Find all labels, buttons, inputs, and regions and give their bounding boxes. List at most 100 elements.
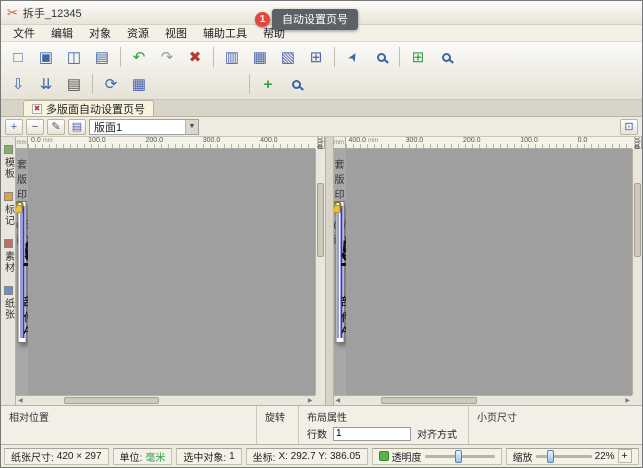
sidebar-item-marks[interactable]: 标记: [1, 192, 16, 226]
add-table-button[interactable]: ⊞: [405, 45, 431, 69]
add-layout-button[interactable]: +: [5, 119, 23, 135]
horizontal-ruler-front: 0.0 mm 100.0 200.0 300.0 400.0: [28, 137, 315, 149]
ruler-label: 0.0: [317, 137, 324, 149]
print-icon: ▤: [67, 75, 81, 93]
fit-view-button[interactable]: ⊡: [620, 119, 638, 135]
scrollbar-thumb[interactable]: [381, 397, 477, 404]
opacity-slider[interactable]: [425, 455, 495, 458]
scroll-left-icon[interactable]: ◀: [18, 397, 23, 404]
template-icon: [4, 145, 13, 154]
sidebar-item-label: 标记: [1, 204, 16, 226]
scroll-right-icon[interactable]: ▶: [625, 397, 630, 404]
save-all-button[interactable]: ⇊: [33, 72, 59, 96]
redo-button[interactable]: ↷: [154, 45, 180, 69]
duplicate-sheet-icon: ◫: [67, 48, 81, 66]
slider-thumb[interactable]: [455, 450, 462, 463]
refresh-button[interactable]: ⟳: [98, 72, 124, 96]
ruler-label: 200.0: [145, 137, 163, 144]
new-window-button[interactable]: ⊞: [303, 45, 329, 69]
scrollbar-thumb[interactable]: [317, 183, 324, 257]
toolbar-separator: [334, 47, 335, 67]
vertical-scrollbar-front[interactable]: [315, 149, 325, 395]
menu-view[interactable]: 视图: [157, 24, 195, 42]
ruler-label: 100.0: [88, 137, 106, 144]
duplicate-sheet-button[interactable]: ◫: [61, 45, 87, 69]
column-layout-button[interactable]: ▥: [219, 45, 245, 69]
menu-edit[interactable]: 编辑: [43, 24, 81, 42]
sidebar-item-template[interactable]: 模板: [1, 145, 16, 179]
canvas-front[interactable]: 套版印刷 (正面) 6 部件 A1 3: [16, 149, 28, 395]
new-sheet-icon: □: [13, 49, 22, 66]
vertical-scrollbar-back[interactable]: [632, 149, 642, 395]
app-icon: ✂: [7, 5, 18, 21]
import-sheet-button[interactable]: ▤: [89, 45, 115, 69]
zoom-in-button[interactable]: +: [618, 449, 632, 463]
sidebar-item-material[interactable]: 素材: [1, 239, 16, 273]
delete-button[interactable]: ✖: [182, 45, 208, 69]
canvas-back[interactable]: 套版印刷 (背面) 4 部件 A1 5: [334, 149, 346, 395]
zoom-label: 缩放: [513, 449, 533, 464]
table-search-button[interactable]: [283, 72, 309, 96]
sidebar-item-label: 纸张: [1, 298, 16, 320]
resource-sidebar: 模板 标记 素材 纸张: [1, 137, 16, 405]
print-button[interactable]: ▤: [61, 72, 87, 96]
ruler-label: 400.0 mm: [349, 137, 378, 144]
undo-button[interactable]: ↶: [126, 45, 152, 69]
scrollbar-thumb[interactable]: [634, 183, 641, 257]
edit-layout-button[interactable]: ✎: [47, 119, 65, 135]
sheet-properties-button[interactable]: ▣: [33, 45, 59, 69]
rows-input[interactable]: [333, 427, 411, 441]
scroll-left-icon[interactable]: ◀: [336, 397, 341, 404]
select-tool-button[interactable]: ➤: [340, 45, 366, 69]
layout-properties-panel: 布局属性 行数 对齐方式: [298, 406, 468, 444]
window-title: 拆手_12345: [23, 5, 82, 21]
menu-resource[interactable]: 资源: [119, 24, 157, 42]
new-sheet-button[interactable]: □: [5, 45, 31, 69]
find-table-button[interactable]: [433, 45, 459, 69]
horizontal-scrollbar-back[interactable]: ◀ ▶: [334, 395, 633, 405]
zoom-tool-button[interactable]: [368, 45, 394, 69]
selection-status: 选中对象:1: [176, 448, 241, 465]
menu-object[interactable]: 对象: [81, 24, 119, 42]
layout-select[interactable]: 版面1 ▼: [89, 119, 199, 135]
grid-toggle-icon[interactable]: [379, 451, 389, 461]
refresh-icon: ⟳: [105, 75, 118, 93]
grid-layout-button[interactable]: ▦: [247, 45, 273, 69]
view-grid-button[interactable]: ▦: [126, 72, 152, 96]
ruler-label: 400.0: [260, 137, 278, 144]
page-view-button[interactable]: ▧: [275, 45, 301, 69]
toolbar-row-2: ⇩ ⇊ ▤ ⟳ ▦ +: [5, 71, 638, 97]
menu-tools[interactable]: 辅助工具: [195, 24, 255, 42]
save-button[interactable]: ⇩: [5, 72, 31, 96]
scroll-right-icon[interactable]: ▶: [308, 397, 313, 404]
ruler-label: 100.0: [520, 137, 538, 144]
menu-file[interactable]: 文件: [5, 24, 43, 42]
opacity-control: 透明度: [372, 448, 502, 465]
scrollbar-thumb[interactable]: [64, 397, 160, 404]
annotation-overlay: 1 自动设置页号: [255, 9, 358, 30]
coordinates-status: 坐标:X: 292.7 Y: 386.05: [246, 448, 368, 465]
add-grid-button[interactable]: +: [255, 72, 281, 96]
opacity-label: 透明度: [392, 449, 422, 464]
ruler-origin-back[interactable]: mm: [334, 137, 346, 149]
duplicate-layout-button[interactable]: ▤: [68, 119, 86, 135]
tab-auto-page-number[interactable]: ✖ 多版面自动设置页号: [23, 100, 154, 116]
remove-layout-button[interactable]: −: [26, 119, 44, 135]
horizontal-scrollbar-front[interactable]: ◀ ▶: [16, 395, 315, 405]
chevron-down-icon: ▼: [185, 120, 198, 134]
zoom-control: 缩放 22% +: [506, 448, 639, 465]
tab-close-icon[interactable]: ✖: [32, 104, 42, 114]
relative-position-panel: 相对位置: [1, 406, 256, 444]
ruler-origin-front[interactable]: mm: [16, 137, 28, 149]
sidebar-item-paper[interactable]: 纸张: [1, 286, 16, 320]
marks-icon: [4, 192, 13, 201]
panel-splitter[interactable]: [325, 137, 334, 405]
slider-thumb[interactable]: [547, 450, 554, 463]
ruler-label: 200.0: [463, 137, 481, 144]
rows-label: 行数: [307, 426, 327, 441]
zoom-slider[interactable]: [536, 455, 592, 458]
sheet-back[interactable]: 4 部件 A1 5 部件 A1: [335, 201, 344, 344]
step-badge: 1: [255, 12, 270, 27]
add-table-icon: ⊞: [412, 48, 425, 66]
sheet-front[interactable]: 6 部件 A1 3 部件 A1: [18, 201, 27, 344]
